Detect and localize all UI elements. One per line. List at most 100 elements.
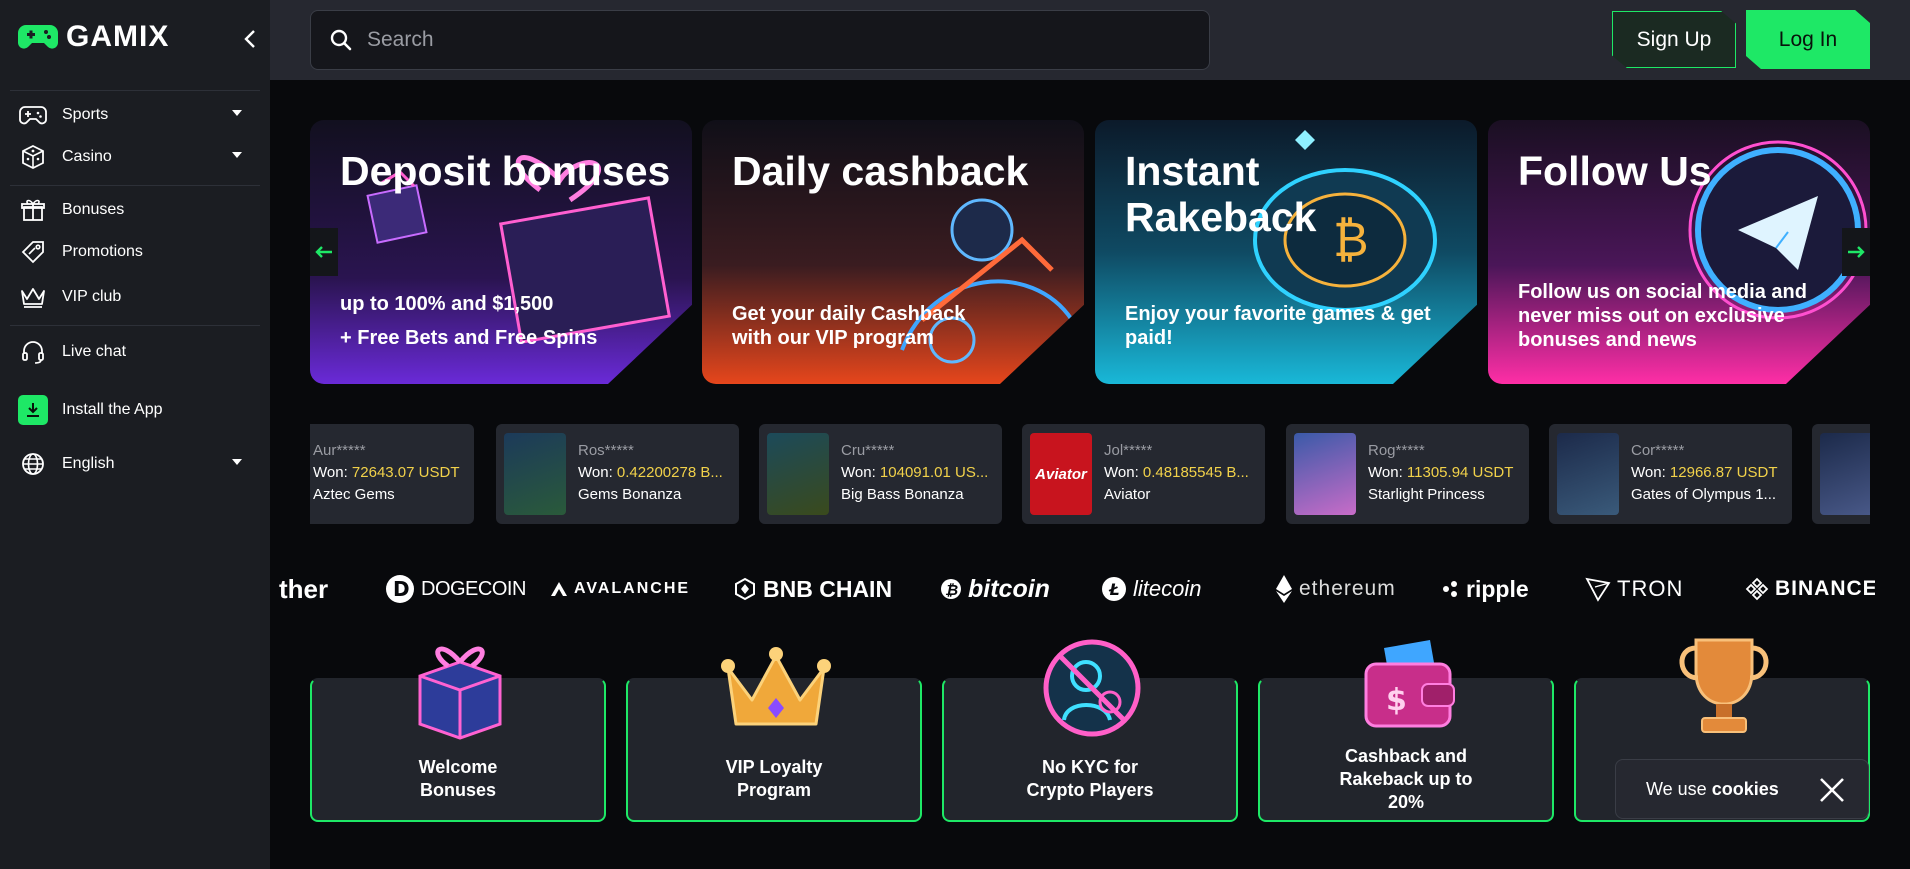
win-card[interactable]: Cru***** Won: 104091.01 US... Big Bass B…	[759, 424, 1002, 524]
carousel-prev-button[interactable]	[310, 228, 338, 276]
headset-icon	[18, 337, 48, 367]
win-game: Aztec Gems	[313, 486, 395, 503]
win-game: Aviator	[1104, 486, 1151, 503]
feature-label: Welcome	[418, 757, 498, 777]
tron-logo: TRON	[1585, 574, 1683, 604]
feature-label: Rakeback up to	[1339, 769, 1473, 789]
sign-up-button[interactable]: Sign Up	[1612, 11, 1736, 68]
avalanche-icon	[551, 582, 567, 596]
binance-icon	[1745, 577, 1769, 601]
win-game: Gates of Olympus 1...	[1631, 486, 1777, 503]
gift-box-icon	[418, 646, 502, 740]
win-user: Ros*****	[578, 442, 634, 459]
banner-text: never miss out on exclusive	[1518, 305, 1785, 327]
recent-wins-ticker: Aur***** Won: 72643.07 USDT Aztec Gems R…	[310, 424, 1870, 524]
banner-title: Follow Us	[1518, 148, 1712, 194]
sidebar-item-vip-club[interactable]: VIP club	[18, 280, 248, 314]
feature-label: No KYC for	[1042, 757, 1138, 777]
feature-label: VIP Loyalty	[725, 757, 823, 777]
win-game: Big Bass Bonanza	[841, 486, 964, 503]
sidebar-divider	[10, 185, 260, 186]
app-root: GAMIX Sports Casino Bonuses Promotions V…	[0, 0, 1910, 869]
feature-label: Bonuses	[419, 780, 497, 800]
win-card[interactable]: Ros***** Won: 0.42200278 B... Gems Bonan…	[496, 424, 739, 524]
sidebar-item-label: Sports	[62, 106, 109, 123]
feature-no-kyc[interactable]: No KYC for Crypto Players	[942, 639, 1238, 822]
banner-title: Daily cashback	[732, 148, 1029, 194]
arrow-left-icon	[315, 246, 332, 258]
win-user: Jol*****	[1104, 442, 1153, 459]
aviator-logo-text: Aviator	[1035, 465, 1087, 483]
sidebar-item-sports[interactable]: Sports	[18, 98, 248, 132]
caret-down-icon	[232, 110, 242, 116]
caret-down-icon	[232, 459, 242, 465]
banner-follow-us[interactable]: Follow Us Follow us on social media and …	[1488, 120, 1870, 384]
cookie-link[interactable]: cookies	[1712, 779, 1779, 800]
gamepad-icon	[18, 100, 48, 130]
dice-icon	[18, 142, 48, 172]
win-user: Rog*****	[1368, 442, 1425, 459]
tron-icon	[1585, 577, 1611, 602]
banner-text: paid!	[1125, 327, 1173, 349]
language-selector[interactable]: English	[18, 447, 248, 481]
svg-text:D: D	[393, 577, 410, 601]
sidebar-item-label: Bonuses	[62, 201, 125, 218]
win-card[interactable]: Aviator Jol***** Won: 0.48185545 B... Av…	[1022, 424, 1265, 524]
banner-title: Deposit bonuses	[340, 148, 671, 194]
sidebar-item-label: VIP club	[62, 288, 122, 305]
win-card[interactable]: Cor***** Won: 12966.87 USDT Gates of Oly…	[1549, 424, 1792, 524]
tag-icon	[18, 237, 48, 267]
download-icon	[18, 395, 48, 425]
sidebar-item-live-chat[interactable]: Live chat	[18, 335, 248, 369]
sidebar-item-casino[interactable]: Casino	[18, 140, 248, 174]
sidebar-item-promotions[interactable]: Promotions	[18, 235, 248, 269]
dogecoin-logo: D DOGECOIN	[385, 574, 526, 604]
collapse-sidebar-button[interactable]	[240, 26, 260, 52]
arrow-right-icon	[1848, 246, 1865, 258]
carousel-next-button[interactable]	[1842, 228, 1870, 276]
trophy-icon	[1679, 638, 1769, 733]
search-input[interactable]	[367, 28, 1187, 52]
win-card[interactable]: Rog***** Won: 11305.94 USDT Starlight Pr…	[1286, 424, 1529, 524]
crypto-logos-strip: ther D DOGECOIN AVALANCHE BNB CHAIN ₿ bi…	[275, 568, 1875, 608]
avalanche-logo: AVALANCHE	[550, 574, 690, 604]
feature-welcome-bonuses[interactable]: Welcome Bonuses	[310, 646, 606, 822]
win-amount: Won: 0.42200278 B...	[578, 464, 723, 481]
sidebar: GAMIX Sports Casino Bonuses Promotions V…	[0, 0, 270, 869]
win-card[interactable]	[1812, 424, 1870, 524]
brand-name: GAMIX	[66, 20, 170, 53]
no-kyc-icon	[1043, 639, 1141, 737]
win-user: Cor*****	[1631, 442, 1685, 459]
banner-daily-cashback[interactable]: Daily cashback Get your daily Cashback w…	[702, 120, 1084, 384]
win-card[interactable]: Aur***** Won: 72643.07 USDT Aztec Gems	[310, 424, 474, 524]
crown-icon	[18, 282, 48, 312]
banner-text: Follow us on social media and	[1518, 281, 1807, 303]
feature-vip-loyalty[interactable]: VIP Loyalty Program	[626, 647, 922, 822]
banner-instant-rakeback[interactable]: ₿ Instant Rakeback Enjoy your favorite ga…	[1095, 120, 1477, 384]
feature-label: 20%	[1387, 792, 1425, 812]
sidebar-item-bonuses[interactable]: Bonuses	[18, 193, 248, 227]
win-game: Starlight Princess	[1368, 486, 1485, 503]
game-thumbnail	[1820, 433, 1870, 515]
banner-deposit-bonuses[interactable]: Deposit bonuses up to 100% and $1,500 + …	[310, 120, 692, 384]
sidebar-item-install-app[interactable]: Install the App	[18, 393, 248, 427]
search-bar[interactable]	[310, 10, 1210, 70]
ripple-logo: ripple	[1442, 574, 1529, 604]
svg-text:$: $	[1386, 683, 1407, 718]
bitcoin-icon: ₿	[941, 579, 961, 599]
svg-text:Ł: Ł	[1108, 580, 1120, 599]
ethereum-logo: ethereum	[1275, 574, 1396, 604]
close-icon[interactable]	[1816, 774, 1848, 806]
tether-logo: ther	[279, 573, 329, 604]
globe-icon	[18, 449, 48, 479]
win-amount: Won: 104091.01 US...	[841, 464, 989, 481]
language-label: English	[62, 455, 115, 472]
logo[interactable]: GAMIX	[18, 20, 169, 54]
gift-icon	[18, 195, 48, 225]
crown-icon	[721, 647, 831, 726]
win-amount: Won: 12966.87 USDT	[1631, 464, 1778, 481]
win-amount: Won: 72643.07 USDT	[313, 464, 460, 481]
feature-cashback-rakeback[interactable]: $ Cashback and Rakeback up to 20%	[1258, 640, 1554, 822]
sidebar-divider	[10, 325, 260, 326]
log-in-button[interactable]: Log In	[1746, 10, 1870, 69]
